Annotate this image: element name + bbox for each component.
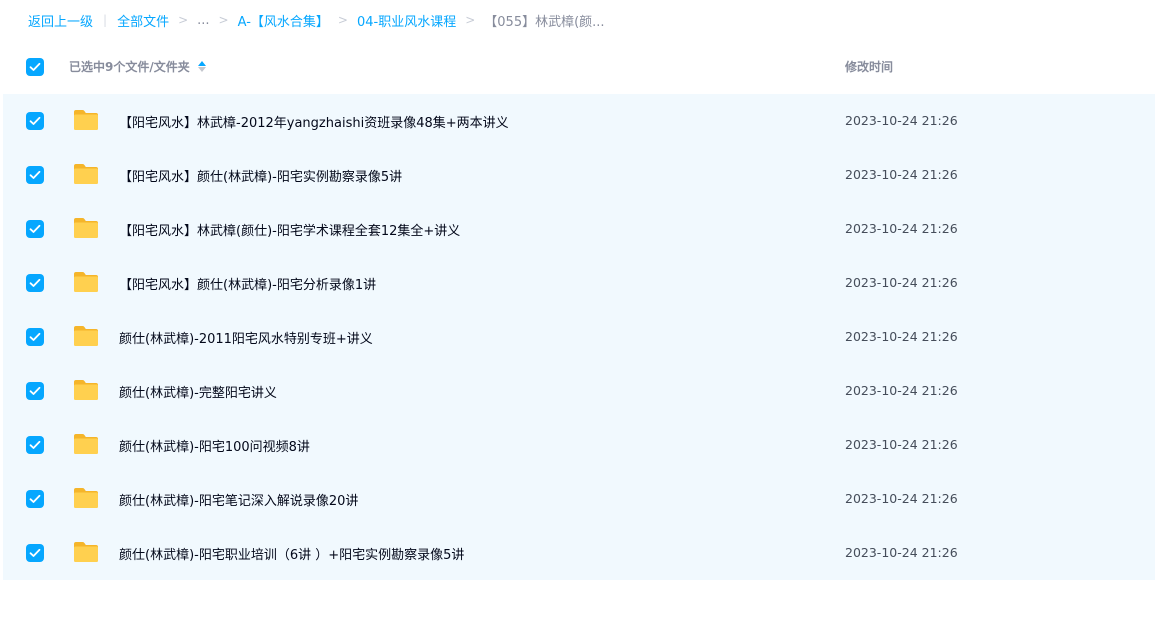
breadcrumb-level1[interactable]: A-【风水合集】 xyxy=(238,11,329,30)
file-name[interactable]: 颜仕(林武樟)-阳宅100问视频8讲 xyxy=(119,436,310,455)
selection-count-label: 已选中9个文件/文件夹 xyxy=(69,58,206,75)
modified-time: 2023-10-24 21:26 xyxy=(845,275,958,290)
file-name[interactable]: 颜仕(林武樟)-阳宅职业培训（6讲 ）+阳宅实例勘察录像5讲 xyxy=(119,544,464,563)
list-header: 已选中9个文件/文件夹 修改时间 xyxy=(3,40,1155,92)
modified-time: 2023-10-24 21:26 xyxy=(845,113,958,128)
modified-time: 2023-10-24 21:26 xyxy=(845,545,958,560)
list-item[interactable]: 【阳宅风水】颜仕(林武樟)-阳宅实例勘察录像5讲 2023-10-24 21:2… xyxy=(3,148,1155,202)
file-browser: 返回上一级 | 全部文件 > ... > A-【风水合集】 > 04-职业风水课… xyxy=(0,0,1155,631)
row-checkbox[interactable] xyxy=(26,382,44,400)
modified-time: 2023-10-24 21:26 xyxy=(845,329,958,344)
file-name[interactable]: 【阳宅风水】颜仕(林武樟)-阳宅分析录像1讲 xyxy=(119,274,376,293)
list-item[interactable]: 颜仕(林武樟)-完整阳宅讲义 2023-10-24 21:26 xyxy=(3,364,1155,418)
list-item[interactable]: 颜仕(林武樟)-阳宅职业培训（6讲 ）+阳宅实例勘察录像5讲 2023-10-2… xyxy=(3,526,1155,580)
list-item[interactable]: 【阳宅风水】颜仕(林武樟)-阳宅分析录像1讲 2023-10-24 21:26 xyxy=(3,256,1155,310)
list-item[interactable]: 【阳宅风水】林武樟-2012年yangzhaishi资班录像48集+两本讲义 2… xyxy=(3,94,1155,148)
folder-icon xyxy=(74,272,98,292)
checkmark-icon xyxy=(29,62,41,71)
row-checkbox[interactable] xyxy=(26,328,44,346)
folder-icon xyxy=(74,434,98,454)
row-checkbox[interactable] xyxy=(26,274,44,292)
checkmark-icon xyxy=(29,116,41,125)
checkmark-icon xyxy=(29,224,41,233)
file-name[interactable]: 颜仕(林武樟)-2011阳宅风水特别专班+讲义 xyxy=(119,328,373,347)
file-name[interactable]: 【阳宅风水】颜仕(林武樟)-阳宅实例勘察录像5讲 xyxy=(119,166,402,185)
folder-icon xyxy=(74,380,98,400)
breadcrumb-divider: | xyxy=(103,13,108,27)
modified-time: 2023-10-24 21:26 xyxy=(845,167,958,182)
row-checkbox[interactable] xyxy=(26,112,44,130)
breadcrumb: 返回上一级 | 全部文件 > ... > A-【风水合集】 > 04-职业风水课… xyxy=(28,10,605,30)
file-name[interactable]: 颜仕(林武樟)-完整阳宅讲义 xyxy=(119,382,277,401)
file-name[interactable]: 【阳宅风水】林武樟(颜仕)-阳宅学术课程全套12集全+讲义 xyxy=(119,220,460,239)
back-link[interactable]: 返回上一级 xyxy=(28,11,93,30)
folder-icon xyxy=(74,326,98,346)
modified-time: 2023-10-24 21:26 xyxy=(845,491,958,506)
breadcrumb-level2[interactable]: 04-职业风水课程 xyxy=(357,11,456,30)
list-item[interactable]: 颜仕(林武樟)-阳宅笔记深入解说录像20讲 2023-10-24 21:26 xyxy=(3,472,1155,526)
modified-time: 2023-10-24 21:26 xyxy=(845,383,958,398)
checkmark-icon xyxy=(29,386,41,395)
breadcrumb-separator: > xyxy=(465,13,476,27)
checkmark-icon xyxy=(29,278,41,287)
list-item[interactable]: 颜仕(林武樟)-2011阳宅风水特别专班+讲义 2023-10-24 21:26 xyxy=(3,310,1155,364)
breadcrumb-all-files[interactable]: 全部文件 xyxy=(117,11,169,30)
breadcrumb-separator: > xyxy=(218,13,229,27)
breadcrumb-separator: > xyxy=(178,13,189,27)
row-checkbox[interactable] xyxy=(26,436,44,454)
file-list: 【阳宅风水】林武樟-2012年yangzhaishi资班录像48集+两本讲义 2… xyxy=(3,94,1155,580)
list-item[interactable]: 【阳宅风水】林武樟(颜仕)-阳宅学术课程全套12集全+讲义 2023-10-24… xyxy=(3,202,1155,256)
breadcrumb-separator: > xyxy=(337,13,348,27)
modified-time: 2023-10-24 21:26 xyxy=(845,221,958,236)
row-checkbox[interactable] xyxy=(26,220,44,238)
sort-icon[interactable] xyxy=(197,61,206,72)
checkmark-icon xyxy=(29,170,41,179)
folder-icon xyxy=(74,110,98,130)
file-name[interactable]: 颜仕(林武樟)-阳宅笔记深入解说录像20讲 xyxy=(119,490,358,509)
checkmark-icon xyxy=(29,332,41,341)
checkmark-icon xyxy=(29,548,41,557)
row-checkbox[interactable] xyxy=(26,166,44,184)
file-name[interactable]: 【阳宅风水】林武樟-2012年yangzhaishi资班录像48集+两本讲义 xyxy=(119,112,509,131)
folder-icon xyxy=(74,488,98,508)
modified-time: 2023-10-24 21:26 xyxy=(845,437,958,452)
selection-count-text: 已选中9个文件/文件夹 xyxy=(69,60,190,74)
row-checkbox[interactable] xyxy=(26,544,44,562)
modified-time-column-header[interactable]: 修改时间 xyxy=(845,58,893,75)
list-item[interactable]: 颜仕(林武樟)-阳宅100问视频8讲 2023-10-24 21:26 xyxy=(3,418,1155,472)
row-checkbox[interactable] xyxy=(26,490,44,508)
breadcrumb-current: 【055】林武樟(颜... xyxy=(484,14,605,30)
checkmark-icon xyxy=(29,494,41,503)
folder-icon xyxy=(74,218,98,238)
checkmark-icon xyxy=(29,440,41,449)
folder-icon xyxy=(74,542,98,562)
folder-icon xyxy=(74,164,98,184)
breadcrumb-ellipsis[interactable]: ... xyxy=(197,13,209,28)
select-all-checkbox[interactable] xyxy=(26,58,44,76)
